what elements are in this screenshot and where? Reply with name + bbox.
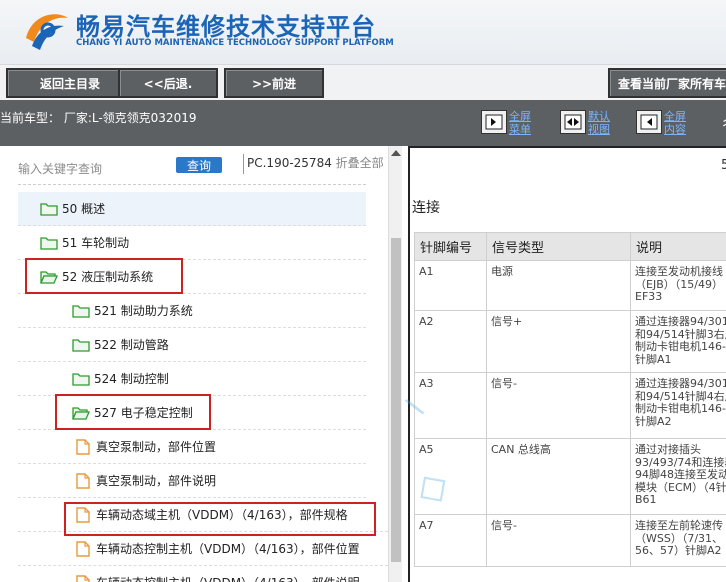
document-icon	[76, 540, 90, 557]
brand-subtitle: CHANG YI AUTO MAINTENANCE TECHNOLOGY SUP…	[76, 38, 394, 48]
fullscreen-content-label: 全屏内容	[664, 110, 686, 136]
cell-signal: 信号-	[486, 372, 631, 439]
cell-pin: A1	[414, 260, 487, 311]
folder-icon	[40, 202, 58, 216]
tree-doc-item[interactable]: 真空泵制动，部件说明	[18, 464, 366, 498]
tree-item-label: 52 液压制动系统	[62, 270, 154, 284]
folder-icon	[72, 338, 90, 352]
cell-pin: A3	[414, 372, 487, 439]
table-row: A3信号-通过连接器94/3019和94/514针脚4右后制动卡钳电机146-7…	[414, 372, 726, 439]
document-icon	[76, 472, 90, 489]
fullscreen-menu-button[interactable]: 全屏菜单	[481, 110, 535, 140]
page-number: 5	[721, 158, 726, 173]
tree-item-label: 524 制动控制	[94, 372, 169, 386]
truncated-text: 彳	[720, 114, 726, 134]
tree-doc-item[interactable]: 真空泵制动，部件位置	[18, 430, 366, 464]
header: 畅易汽车维修技术支持平台 CHANG YI AUTO MAINTENANCE T…	[0, 0, 726, 64]
search-button[interactable]: 查询	[176, 157, 222, 173]
tree-scrollbar[interactable]	[388, 146, 402, 582]
forward-button[interactable]: >>前进	[224, 68, 324, 98]
column-header-signal: 信号类型	[486, 232, 631, 261]
cell-signal: 信号-	[486, 514, 631, 567]
fullscreen-content-button[interactable]: 全屏内容	[636, 110, 690, 140]
brand-title: 畅易汽车维修技术支持平台	[76, 13, 376, 41]
content-panel: 5 连接 针脚编号 信号类型 说明 A1 电源 连接至发动机接线（EJB）（15/4…	[402, 146, 726, 582]
tree-item-label: 真空泵制动，部件说明	[96, 474, 217, 488]
logo-icon	[26, 14, 68, 50]
default-view-label: 默认视图	[588, 110, 610, 136]
cell-desc: 通过连接器94/3018和94/514针脚3右后制动卡钳电机146-7）针脚A1	[630, 310, 726, 373]
default-view-icon	[560, 110, 586, 134]
tree-folder-item[interactable]: 52 液压制动系统	[18, 260, 366, 294]
pc-code: PC.190-25784	[247, 156, 332, 170]
search-input[interactable]: 输入关键字查询	[18, 160, 102, 177]
scroll-thumb[interactable]	[391, 238, 401, 562]
document-icon	[76, 506, 90, 523]
cell-pin: A7	[414, 514, 487, 567]
folder-open-icon	[72, 406, 90, 420]
folder-icon	[72, 304, 90, 318]
tree-item-label: 真空泵制动，部件位置	[96, 440, 217, 454]
tree-doc-item[interactable]: 车辆动态控制主机（VDDM）（4/163），部件位置	[18, 532, 388, 566]
view-vendor-models-button[interactable]: 查看当前厂家所有车	[608, 68, 726, 98]
tree-item-label: 522 制动管路	[94, 338, 169, 352]
cell-desc: 通过对接插头93/493/74和连接器94脚48连接至发动机模块（ECM）（4针…	[630, 438, 726, 515]
tree-doc-item[interactable]: 车辆动态域主机（VDDM）（4/163），部件规格	[18, 498, 388, 532]
back-to-main-button[interactable]: 返回主目录	[6, 68, 134, 98]
table-row: A7 信号- 连接至左前轮速传（WSS）（7/31、56、57）针脚A2	[414, 514, 726, 567]
tree-item-label: 车辆动态控制主机（VDDM）（4/163），部件说明	[96, 574, 360, 582]
section-title: 连接	[412, 200, 440, 216]
back-button[interactable]: <<后退.	[118, 68, 218, 98]
cell-pin: A2	[414, 310, 487, 373]
left-tree-panel: 输入关键字查询 查询 PC.190-25784 折叠全部 50 概述 51 车轮制…	[0, 146, 388, 582]
fullscreen-menu-icon	[481, 110, 507, 134]
pin-table: 针脚编号 信号类型 说明 A1 电源 连接至发动机接线（EJB）（15/49）EF3…	[414, 232, 726, 567]
tree-folder-item[interactable]: 527 电子稳定控制	[18, 396, 366, 430]
cell-desc: 通过连接器94/3019和94/514针脚4右后制动卡钳电机146-7）针脚A2	[630, 372, 726, 439]
tree-item-label: 50 概述	[62, 202, 106, 216]
tree-folder-item[interactable]: 521 制动助力系统	[18, 294, 366, 328]
table-row: A5CAN 总线高通过对接插头93/493/74和连接器94脚48连接至发动机模…	[414, 438, 726, 515]
document-icon	[76, 574, 90, 582]
tree-item-label: 51 车轮制动	[62, 236, 130, 250]
tree-item-label: 521 制动助力系统	[94, 304, 193, 318]
cell-pin: A5	[414, 438, 487, 515]
tree-item-label: 527 电子稳定控制	[94, 406, 193, 420]
table-row: A1 电源 连接至发动机接线（EJB）（15/49）EF33	[414, 260, 726, 311]
cell-desc: 连接至发动机接线（EJB）（15/49）EF33	[630, 260, 726, 311]
cell-desc: 连接至左前轮速传（WSS）（7/31、56、57）针脚A2	[630, 514, 726, 567]
column-header-pin: 针脚编号	[414, 232, 487, 261]
tree-folder-item[interactable]: 522 制动管路	[18, 328, 366, 362]
nav-bar: 返回主目录 <<后退. >>前进 查看当前厂家所有车	[0, 64, 726, 100]
cell-signal: 信号+	[486, 310, 631, 373]
folder-open-icon	[40, 270, 58, 284]
table-row: A2信号+通过连接器94/3018和94/514针脚3右后制动卡钳电机146-7…	[414, 310, 726, 373]
divider	[18, 184, 366, 185]
table-header-row: 针脚编号 信号类型 说明	[414, 232, 726, 261]
pc-code-label: PC.190-25784 折叠全部	[243, 154, 384, 174]
tree-folder-item[interactable]: 51 车轮制动	[18, 226, 366, 260]
tree-folder-item[interactable]: 50 概述	[18, 192, 366, 226]
tree-item-label: 车辆动态控制主机（VDDM）（4/163），部件位置	[96, 542, 360, 556]
tree-folder-item[interactable]: 524 制动控制	[18, 362, 366, 396]
tree-item-label: 车辆动态域主机（VDDM）（4/163），部件规格	[96, 508, 348, 522]
cell-signal: CAN 总线高	[486, 438, 631, 515]
cell-signal: 电源	[486, 260, 631, 311]
info-bar: 当前车型： 厂家:L-领克领克032019 全屏菜单 默认视图 全屏内容 彳	[0, 100, 726, 146]
folder-icon	[72, 372, 90, 386]
folder-icon	[40, 236, 58, 250]
default-view-button[interactable]: 默认视图	[560, 110, 614, 140]
tree-doc-item[interactable]: 车辆动态控制主机（VDDM）（4/163），部件说明	[18, 566, 388, 582]
document-icon	[76, 438, 90, 455]
collapse-all-link[interactable]: 折叠全部	[336, 156, 384, 170]
column-header-description: 说明	[630, 232, 726, 261]
current-model-label: 当前车型： 厂家:L-领克领克032019	[0, 111, 197, 125]
fullscreen-menu-label: 全屏菜单	[509, 110, 531, 136]
scroll-up-arrow-icon[interactable]	[391, 150, 401, 156]
fullscreen-content-icon	[636, 110, 662, 134]
